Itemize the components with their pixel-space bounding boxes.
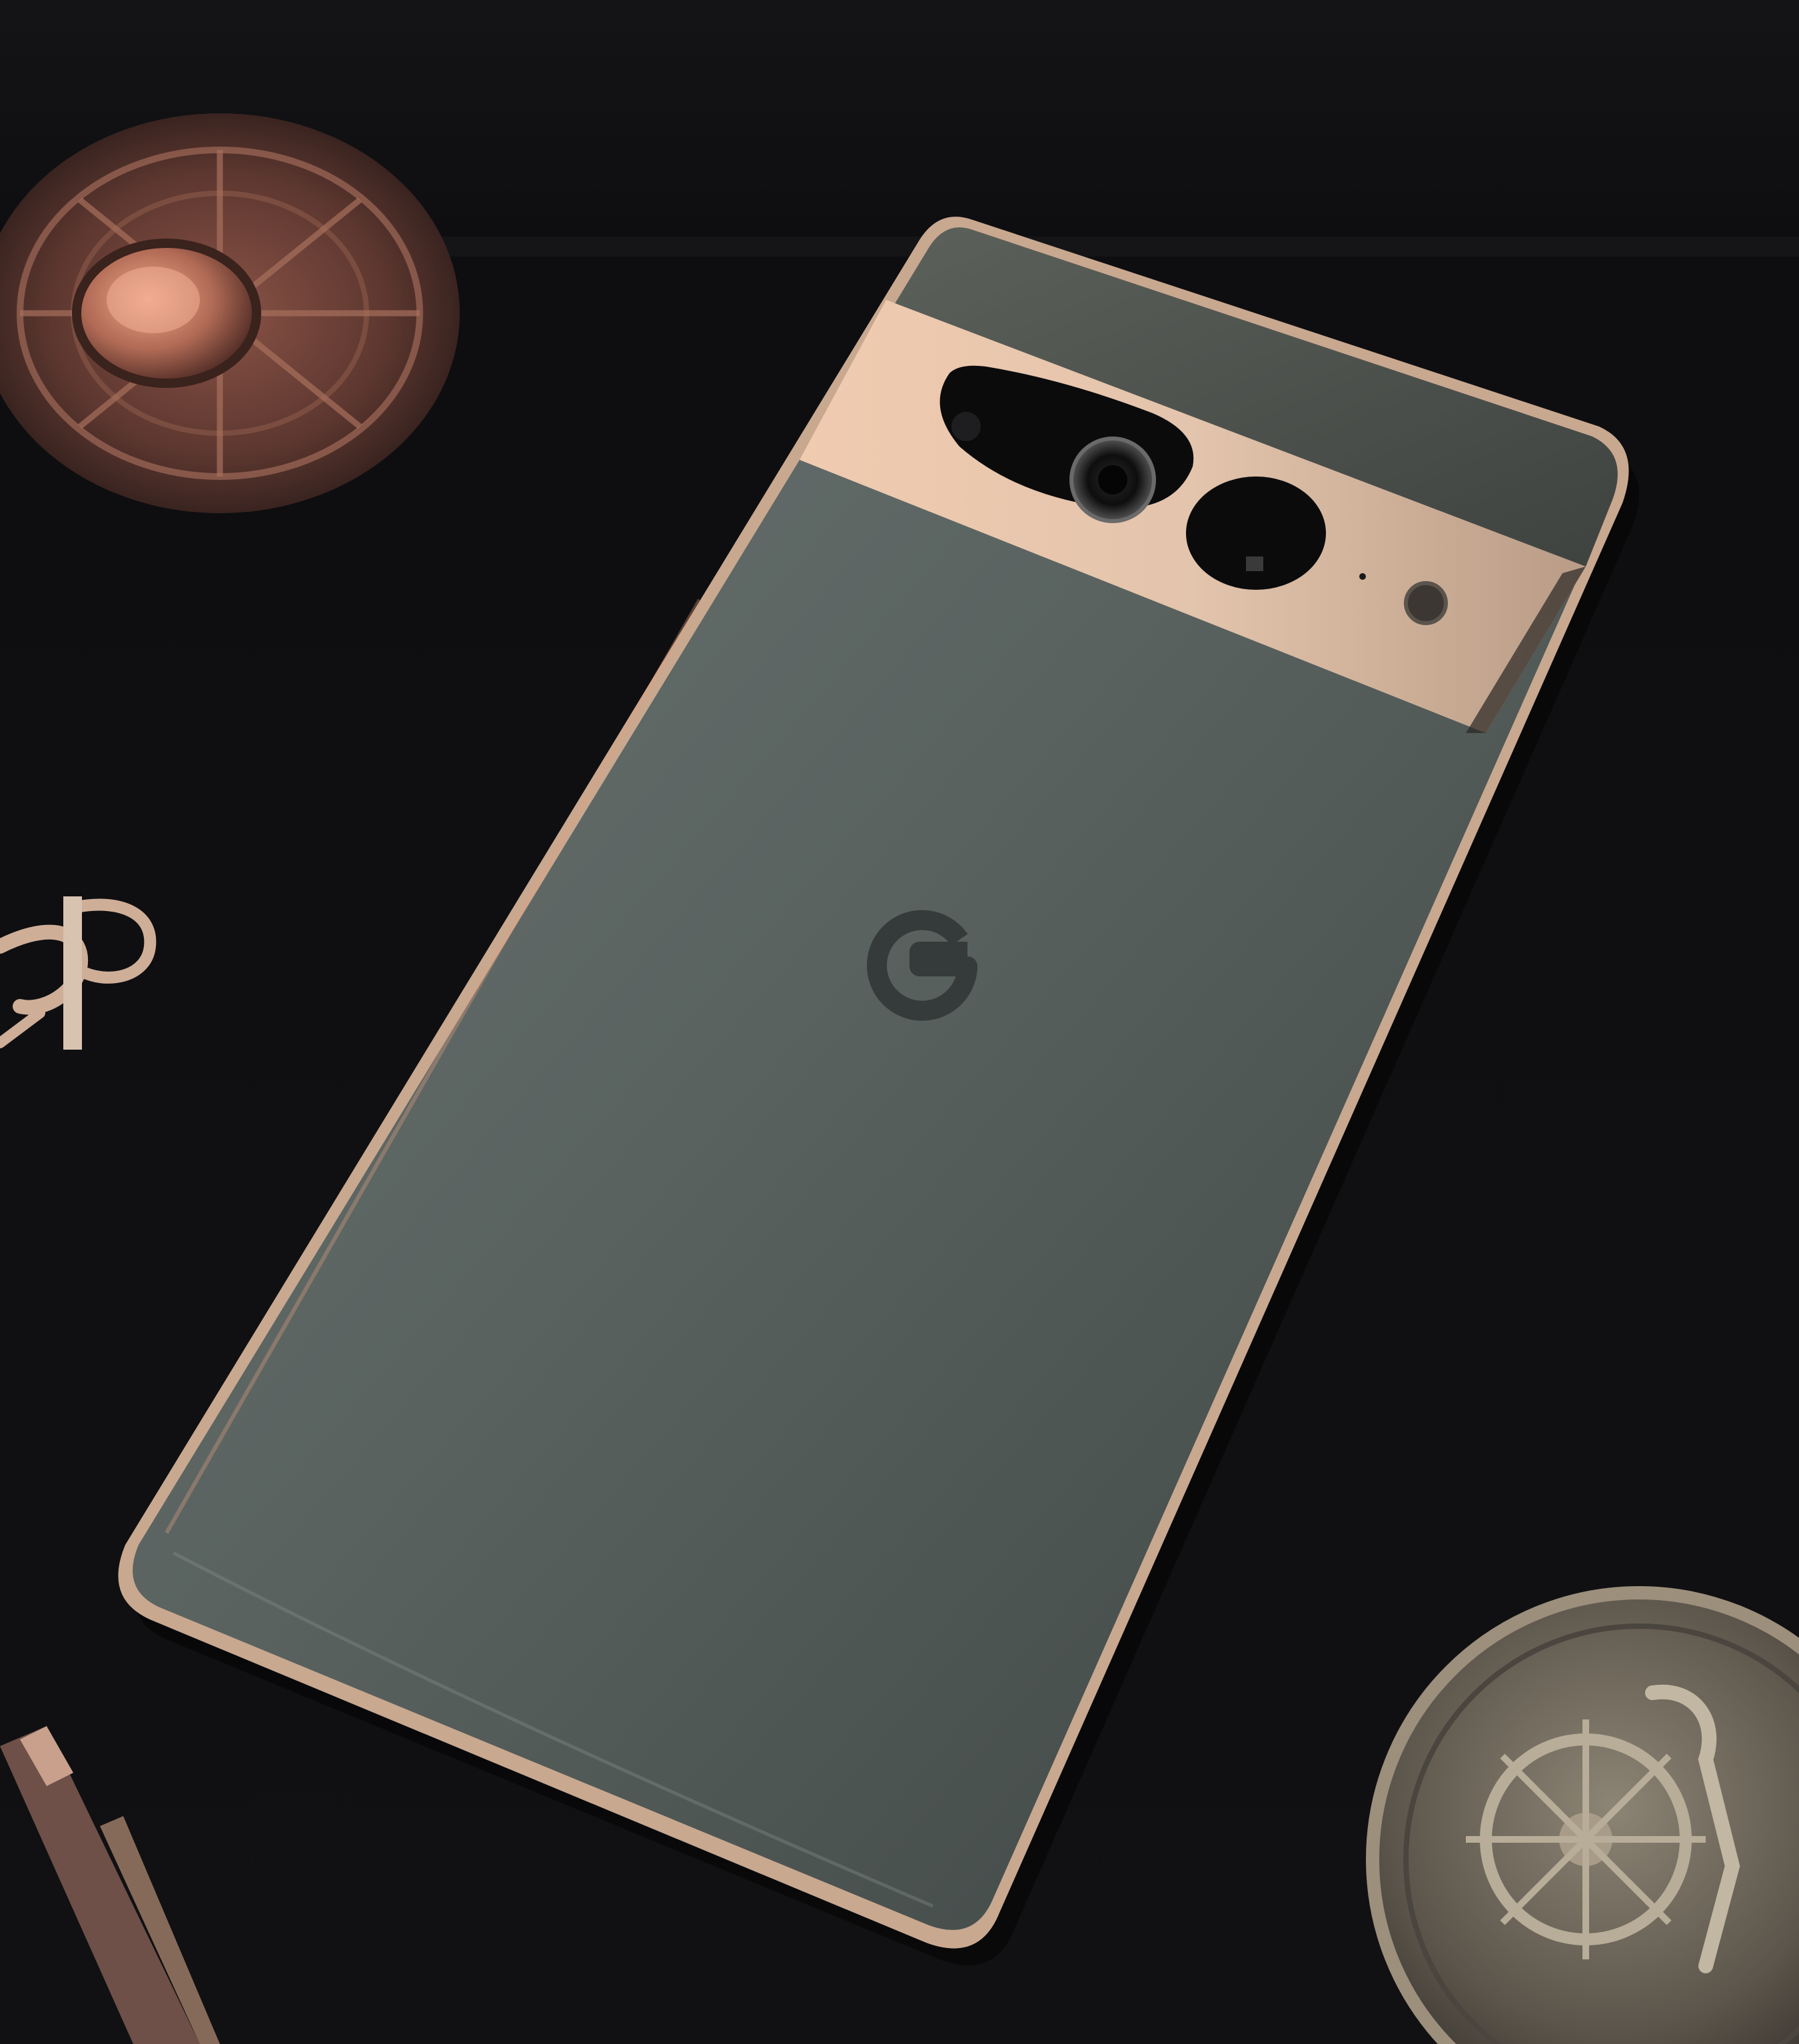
telephoto-lens-window — [1186, 477, 1326, 590]
ornate-medallion — [0, 113, 460, 513]
photo-scene — [0, 0, 1799, 2044]
flash — [1404, 581, 1448, 625]
